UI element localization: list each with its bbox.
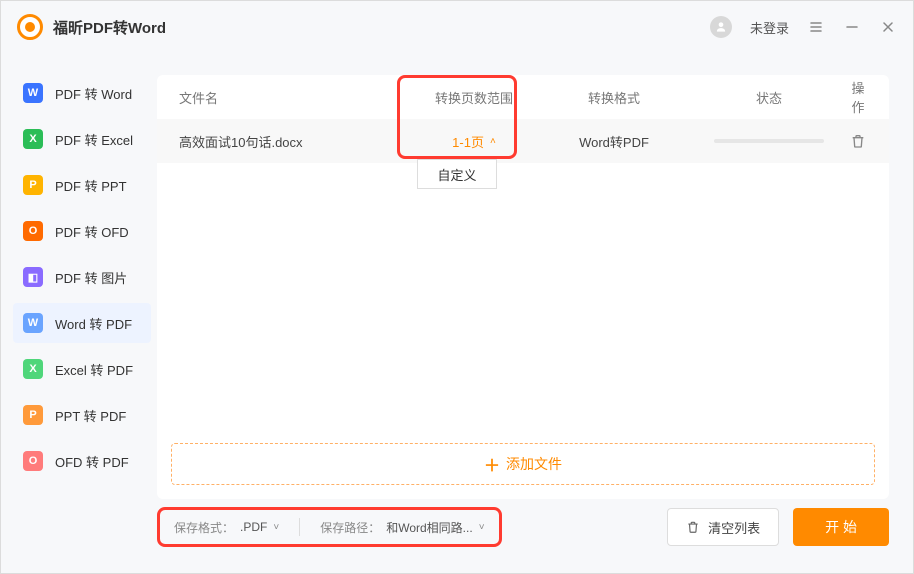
sidebar-item-label: PDF 转 Excel bbox=[55, 130, 133, 149]
sidebar-item-2[interactable]: P PDF 转 PPT bbox=[13, 165, 151, 205]
sidebar-item-5[interactable]: W Word 转 PDF bbox=[13, 303, 151, 343]
menu-icon[interactable] bbox=[807, 18, 825, 36]
page-range-dropdown-option[interactable]: 自定义 bbox=[417, 159, 497, 189]
chevron-down-icon: ˅ bbox=[273, 522, 279, 533]
add-file-label: 添加文件 bbox=[506, 454, 562, 474]
minimize-icon[interactable] bbox=[843, 18, 861, 36]
header-status: 状态 bbox=[689, 88, 849, 107]
sidebar-item-3[interactable]: O PDF 转 OFD bbox=[13, 211, 151, 251]
sidebar-item-4[interactable]: ◧ PDF 转 图片 bbox=[13, 257, 151, 297]
delete-row-button[interactable] bbox=[849, 132, 867, 150]
cell-filename: 高效面试10句话.docx bbox=[179, 132, 409, 151]
chevron-up-icon: ˄ bbox=[490, 136, 496, 147]
avatar-icon[interactable] bbox=[710, 16, 732, 38]
header-filename: 文件名 bbox=[179, 88, 409, 107]
clear-list-label: 清空列表 bbox=[708, 518, 760, 537]
header-range: 转换页数范围 bbox=[409, 88, 539, 107]
cell-action bbox=[849, 132, 867, 150]
titlebar: 福昕PDF转Word 未登录 bbox=[1, 1, 913, 53]
main-area: 文件名 转换页数范围 转换格式 状态 操作 高效面试10句话.docx 1-1页… bbox=[151, 53, 913, 573]
save-format-label: 保存格式： bbox=[174, 519, 234, 536]
sidebar-item-1[interactable]: X PDF 转 Excel bbox=[13, 119, 151, 159]
sidebar-item-icon: W bbox=[23, 313, 43, 333]
add-file-button[interactable]: ＋ 添加文件 bbox=[171, 443, 875, 485]
sidebar-item-icon: W bbox=[23, 83, 43, 103]
cell-format: Word转PDF bbox=[539, 132, 689, 151]
app-title: 福昕PDF转Word bbox=[53, 17, 166, 38]
sidebar-item-icon: P bbox=[23, 175, 43, 195]
header-action: 操作 bbox=[849, 78, 867, 116]
clear-list-button[interactable]: 清空列表 bbox=[667, 508, 779, 546]
save-settings-box: 保存格式： .PDF ˅ 保存路径： 和Word相同路... ˅ bbox=[157, 507, 502, 547]
divider bbox=[299, 518, 300, 536]
cell-page-range[interactable]: 1-1页 ˄ bbox=[409, 132, 539, 151]
sidebar-item-icon: X bbox=[23, 359, 43, 379]
save-format-select[interactable]: 保存格式： .PDF ˅ bbox=[174, 519, 279, 536]
sidebar-item-label: Excel 转 PDF bbox=[55, 360, 133, 379]
save-path-value: 和Word相同路... bbox=[386, 519, 472, 536]
sidebar-item-7[interactable]: P PPT 转 PDF bbox=[13, 395, 151, 435]
sidebar: W PDF 转 Word X PDF 转 Excel P PDF 转 PPT O PDF 转 … bbox=[1, 53, 151, 573]
sidebar-item-8[interactable]: O OFD 转 PDF bbox=[13, 441, 151, 481]
sidebar-item-label: PDF 转 PPT bbox=[55, 176, 127, 195]
close-icon[interactable] bbox=[879, 18, 897, 36]
sidebar-item-label: PDF 转 Word bbox=[55, 84, 132, 103]
sidebar-item-6[interactable]: X Excel 转 PDF bbox=[13, 349, 151, 389]
footer-bar: 保存格式： .PDF ˅ 保存路径： 和Word相同路... ˅ 清空列表 bbox=[157, 499, 889, 555]
chevron-down-icon: ˅ bbox=[479, 522, 485, 533]
app-window: 福昕PDF转Word 未登录 WPDF 转 WordXPDF 转 ExcelPP… bbox=[0, 0, 914, 574]
header-format: 转换格式 bbox=[539, 88, 689, 107]
app-logo-icon bbox=[17, 14, 43, 40]
progress-bar bbox=[714, 139, 824, 143]
sidebar-item-icon: ◧ bbox=[23, 267, 43, 287]
table-header-row: 文件名 转换页数范围 转换格式 状态 操作 bbox=[157, 75, 889, 119]
sidebar-item-label: OFD 转 PDF bbox=[55, 452, 129, 471]
sidebar-item-icon: X bbox=[23, 129, 43, 149]
sidebar-item-icon: P bbox=[23, 405, 43, 425]
save-path-label: 保存路径： bbox=[320, 519, 380, 536]
start-button[interactable]: 开 始 bbox=[793, 508, 889, 546]
save-format-value: .PDF bbox=[240, 520, 267, 534]
table-row: 高效面试10句话.docx 1-1页 ˄ Word转PDF bbox=[157, 119, 889, 163]
plus-icon: ＋ bbox=[484, 452, 500, 476]
dropdown-option-label: 自定义 bbox=[437, 165, 476, 184]
sidebar-item-label: PDF 转 OFD bbox=[55, 222, 129, 241]
save-path-select[interactable]: 保存路径： 和Word相同路... ˅ bbox=[320, 519, 484, 536]
sidebar-item-icon: O bbox=[23, 221, 43, 241]
login-status[interactable]: 未登录 bbox=[750, 18, 789, 37]
file-panel: 文件名 转换页数范围 转换格式 状态 操作 高效面试10句话.docx 1-1页… bbox=[157, 75, 889, 499]
sidebar-item-label: PPT 转 PDF bbox=[55, 406, 126, 425]
sidebar-item-icon: O bbox=[23, 451, 43, 471]
page-range-value: 1-1页 bbox=[452, 132, 484, 151]
cell-status bbox=[689, 139, 849, 143]
sidebar-item-label: Word 转 PDF bbox=[55, 314, 132, 333]
sidebar-item-0[interactable]: W PDF 转 Word bbox=[13, 73, 151, 113]
sidebar-item-label: PDF 转 图片 bbox=[55, 268, 127, 287]
start-label: 开 始 bbox=[825, 517, 857, 537]
